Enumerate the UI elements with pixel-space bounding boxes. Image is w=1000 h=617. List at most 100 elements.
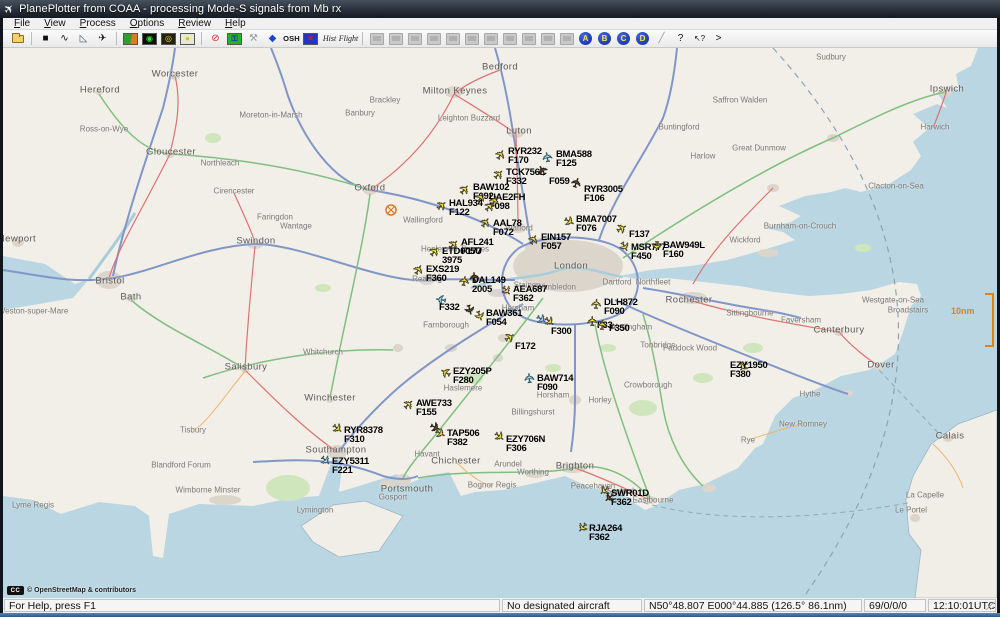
blank-button-10[interactable]: [539, 31, 556, 46]
aircraft-label-line: F090: [537, 384, 573, 393]
delete-button[interactable]: ✕: [302, 31, 319, 46]
no-entry-button[interactable]: ⊘: [207, 31, 224, 46]
select-b-button[interactable]: B: [596, 31, 613, 46]
menu-item-process[interactable]: Process: [73, 18, 123, 30]
radar-window-button[interactable]: ◉: [141, 31, 158, 46]
cc-badge: CC: [7, 586, 24, 595]
aircraft-label-ein157[interactable]: EIN157F057: [541, 234, 571, 251]
polar-window-button[interactable]: ●: [179, 31, 196, 46]
globe-button[interactable]: ◆: [264, 31, 281, 46]
tools-button[interactable]: ⚒: [245, 31, 262, 46]
window-title: PlanePlotter from COAA - processing Mode…: [19, 3, 341, 15]
flight-button[interactable]: Flight: [340, 31, 357, 46]
town-label: Tisbury: [180, 426, 206, 435]
range-scale-label: 10nm: [951, 306, 975, 316]
aircraft-label-f059[interactable]: F059: [549, 178, 569, 187]
aircraft-label-exs219[interactable]: EXS219F360: [426, 266, 459, 283]
menu-item-review[interactable]: Review: [171, 18, 218, 30]
aircraft-marker-baw949l[interactable]: ✈: [648, 238, 663, 253]
title-bar: ✈ PlanePlotter from COAA - processing Mo…: [0, 0, 1000, 18]
select-c-button[interactable]: C: [615, 31, 632, 46]
blank-button-9[interactable]: [520, 31, 537, 46]
open-file-button[interactable]: [9, 31, 26, 46]
aircraft-label-f300[interactable]: F300: [551, 328, 571, 337]
aircraft-label-line: F280: [453, 377, 492, 386]
aircraft-label-line: F155: [416, 409, 452, 418]
aircraft-label-f137[interactable]: F137: [629, 231, 649, 240]
blank-button-8[interactable]: [501, 31, 518, 46]
status-cursor-position: N50°48.807 E000°44.885 (126.5° 86.1nm): [644, 599, 862, 612]
blank-button-1[interactable]: [368, 31, 385, 46]
blank-button-6[interactable]: [463, 31, 480, 46]
aircraft-label-tap506[interactable]: TAP506F382: [447, 430, 479, 447]
more-tools-button[interactable]: >: [710, 31, 727, 46]
aircraft-label-rja264[interactable]: RJA264F362: [589, 525, 622, 542]
blank-icon: [370, 33, 384, 45]
aircraft-label-ryr3005[interactable]: RYR3005F106: [584, 186, 623, 203]
aircraft-label-bma7007[interactable]: BMA7007F076: [576, 216, 617, 233]
menu-item-file[interactable]: File: [7, 18, 37, 30]
blank-button-11[interactable]: [558, 31, 575, 46]
aircraft-label-ryr8378[interactable]: RYR8378F310: [344, 427, 383, 444]
aircraft-marker-dlh872[interactable]: ✈: [589, 296, 604, 311]
blank-button-3[interactable]: [406, 31, 423, 46]
map-canvas[interactable]: WorcesterHerefordRoss-on-WyeGloucesterMo…: [3, 48, 997, 598]
aircraft-label-f350[interactable]: F350: [609, 325, 629, 334]
menu-item-help[interactable]: Help: [218, 18, 253, 30]
aircraft-label-baw714[interactable]: BAW714F090: [537, 375, 573, 392]
menu-item-options[interactable]: Options: [123, 18, 171, 30]
aircraft-label-baw949l[interactable]: BAW949LF160: [663, 242, 705, 259]
permissions-button[interactable]: ⚿: [226, 31, 243, 46]
aircraft-label-f172[interactable]: F172: [515, 343, 535, 352]
blank-button-7[interactable]: [482, 31, 499, 46]
attribution: CC © OpenStreetMap & contributors: [7, 586, 136, 595]
signal-trace-button[interactable]: ∿: [56, 31, 73, 46]
draw-line-button[interactable]: ╱: [653, 31, 670, 46]
table-window-button[interactable]: ◎: [160, 31, 177, 46]
status-bar: For Help, press F1 No designated aircraf…: [3, 598, 997, 613]
town-label: Ipswich: [930, 84, 964, 95]
osh-button[interactable]: OSH: [283, 31, 300, 46]
town-label: Wickford: [729, 236, 760, 245]
aircraft-label-bma588[interactable]: BMA588F125: [556, 151, 592, 168]
aircraft-label-ezy205p[interactable]: EZY205PF280: [453, 368, 492, 385]
aircraft-label-dlh872[interactable]: DLH872F090: [604, 299, 638, 316]
map-window-button[interactable]: [122, 31, 139, 46]
select-d-button[interactable]: D: [634, 31, 651, 46]
blank-button-4[interactable]: [425, 31, 442, 46]
map-window-button-icon: [123, 33, 138, 45]
blank-button-5[interactable]: [444, 31, 461, 46]
town-label: Paddock Wood: [663, 344, 717, 353]
aircraft-label-ezy1950[interactable]: EZY1950F380: [730, 362, 768, 379]
graph-button[interactable]: ◺: [75, 31, 92, 46]
aircraft-label-awe733[interactable]: AWE733F155: [416, 400, 452, 417]
menu-item-view[interactable]: View: [37, 18, 73, 30]
town-label: Gloucester: [146, 147, 196, 158]
aircraft-label-ryr232[interactable]: RYR232F170: [508, 148, 542, 165]
receiver-marker[interactable]: [385, 204, 397, 216]
stop-processing-button[interactable]: ■: [37, 31, 54, 46]
town-label: Gosport: [379, 493, 407, 502]
town-label: Moreton-in-Marsh: [239, 111, 302, 120]
select-a-button[interactable]: A: [577, 31, 594, 46]
aircraft-marker-baw714[interactable]: ✈: [522, 370, 537, 385]
polar-window-button-icon: ●: [180, 33, 195, 45]
aircraft-label-baw361[interactable]: BAW361F054: [486, 310, 522, 327]
aircraft-label-aea687[interactable]: AEA687F362: [513, 286, 547, 303]
town-label: Ross-on-Wye: [80, 125, 128, 134]
aircraft-label-f332[interactable]: F332: [439, 304, 459, 313]
aircraft-label-ezy706n[interactable]: EZY706NF306: [506, 436, 545, 453]
aircraft-label-hal934[interactable]: HAL934F122: [449, 200, 483, 217]
aircraft-view-button[interactable]: ✈: [94, 31, 111, 46]
town-label: Great Dunmow: [732, 144, 786, 153]
context-help-button[interactable]: ↖?: [691, 31, 708, 46]
aircraft-label-ezy5311[interactable]: EZY5311F221: [332, 458, 369, 475]
aircraft-label-etd005u[interactable]: ETD005U3975: [442, 248, 482, 265]
hist-button[interactable]: Hist: [321, 31, 338, 46]
aircraft-marker[interactable]: ✈: [467, 269, 482, 284]
password-button[interactable]: ?: [672, 31, 689, 46]
aircraft-label-line: F362: [513, 295, 547, 304]
blank-button-2[interactable]: [387, 31, 404, 46]
town-label: Hereford: [80, 85, 120, 96]
aircraft-label-aal78[interactable]: AAL78F072: [493, 220, 522, 237]
